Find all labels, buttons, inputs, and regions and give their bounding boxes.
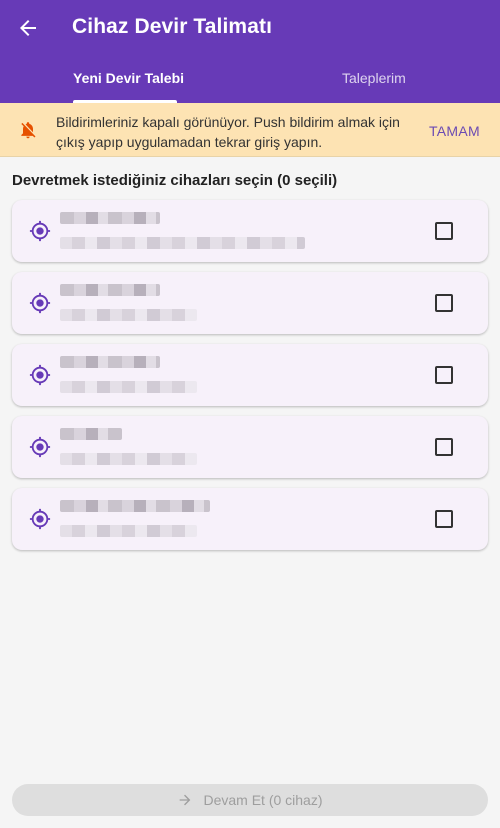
app-bar: Cihaz Devir Talimatı Yeni Devir Talebi T…	[0, 0, 500, 103]
banner-message: Bildirimleriniz kapalı görünüyor. Push b…	[56, 114, 400, 150]
gps-location-icon	[29, 220, 51, 242]
device-card[interactable]	[12, 344, 488, 406]
device-checkbox[interactable]	[435, 294, 453, 312]
device-checkbox[interactable]	[435, 222, 453, 240]
device-name	[60, 284, 160, 296]
continue-button-label: Devam Et (0 cihaz)	[203, 792, 323, 808]
gps-location-icon	[29, 292, 51, 314]
device-detail	[60, 453, 197, 465]
device-detail	[60, 309, 197, 321]
section-title: Devretmek istediğiniz cihazları seçin (0…	[12, 172, 338, 189]
device-list	[12, 200, 488, 560]
tab-my-requests[interactable]: Taleplerim	[342, 70, 406, 86]
banner-ok-button[interactable]: TAMAM	[429, 123, 480, 139]
device-name	[60, 428, 122, 440]
device-detail	[60, 237, 305, 249]
device-detail	[60, 525, 197, 537]
arrow-back-icon[interactable]	[16, 16, 40, 40]
device-name	[60, 356, 160, 368]
gps-location-icon	[29, 436, 51, 458]
device-card[interactable]	[12, 488, 488, 550]
gps-location-icon	[29, 508, 51, 530]
device-checkbox[interactable]	[435, 366, 453, 384]
device-card[interactable]	[12, 272, 488, 334]
arrow-forward-icon	[180, 794, 191, 806]
gps-location-icon	[29, 364, 51, 386]
device-card[interactable]	[12, 416, 488, 478]
page-title: Cihaz Devir Talimatı	[72, 15, 273, 38]
device-name	[60, 212, 160, 224]
notification-banner: Bildirimleriniz kapalı görünüyor. Push b…	[0, 103, 500, 157]
device-card[interactable]	[12, 200, 488, 262]
continue-button[interactable]: Devam Et (0 cihaz)	[12, 784, 488, 816]
device-name	[60, 500, 210, 512]
device-checkbox[interactable]	[435, 438, 453, 456]
tab-new-transfer-request[interactable]: Yeni Devir Talebi	[73, 70, 184, 86]
notifications-off-icon	[21, 122, 36, 139]
device-checkbox[interactable]	[435, 510, 453, 528]
device-detail	[60, 381, 197, 393]
